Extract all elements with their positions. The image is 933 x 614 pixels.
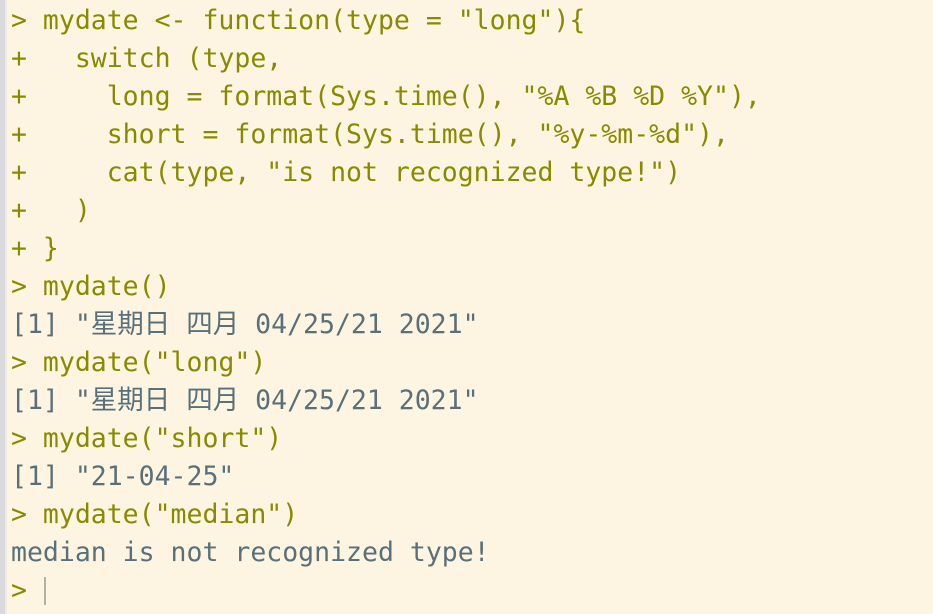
console-input-line: > mydate <- function(type = "long"){ <box>11 5 586 36</box>
console-input-line[interactable]: > <box>11 572 933 610</box>
console-output-line: [1] "21-04-25" <box>11 461 235 492</box>
console-output-line: median is not recognized type! <box>11 537 490 568</box>
console-input-line: + long = format(Sys.time(), "%A %B %D %Y… <box>11 81 761 112</box>
console-input-line: > mydate() <box>11 271 171 302</box>
text-cursor <box>43 577 46 605</box>
r-console[interactable]: > mydate <- function(type = "long"){ + sw… <box>0 0 933 614</box>
console-input-line: + short = format(Sys.time(), "%y-%m-%d")… <box>11 119 729 150</box>
console-input-line: + ) <box>11 195 91 226</box>
console-output-line: [1] "星期日 四月 04/25/21 2021" <box>11 385 479 416</box>
console-output-area[interactable]: > mydate <- function(type = "long"){ + sw… <box>0 2 933 610</box>
console-output-line: [1] "星期日 四月 04/25/21 2021" <box>11 309 479 340</box>
console-input-line: + switch (type, <box>11 43 283 74</box>
console-input-line: > mydate("short") <box>11 423 283 454</box>
console-input-line: > mydate("median") <box>11 499 299 530</box>
console-input-line: + } <box>11 233 59 264</box>
console-input-line: > mydate("long") <box>11 347 267 378</box>
console-left-gutter <box>0 0 7 614</box>
console-input-line: + cat(type, "is not recognized type!") <box>11 157 682 188</box>
